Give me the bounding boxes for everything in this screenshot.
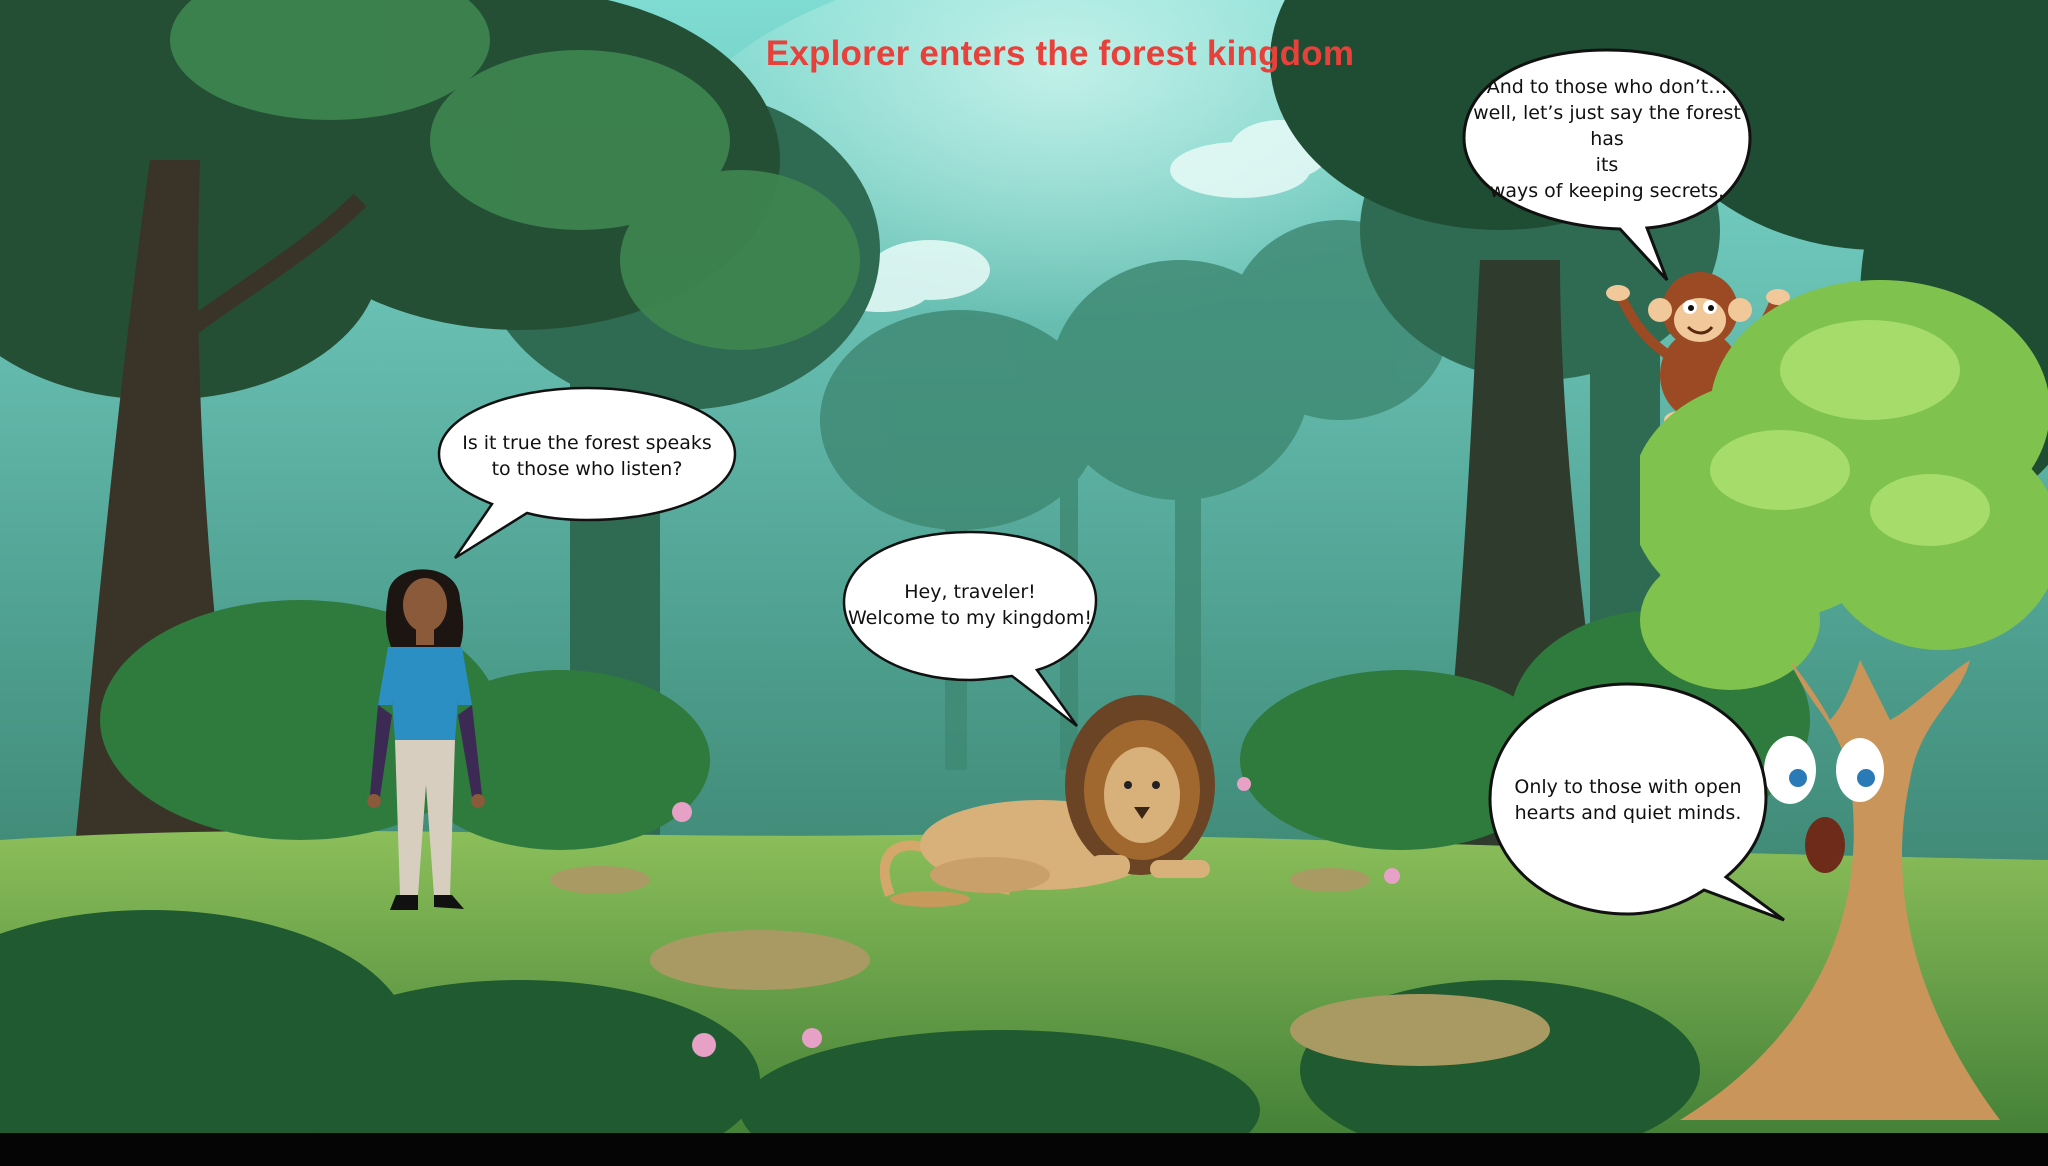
- tree-speech-bubble: Only to those with open hearts and quiet…: [1488, 682, 1785, 922]
- lion-speech-bubble: Hey, traveler! Welcome to my kingdom!: [842, 530, 1098, 727]
- monkey-speech-bubble: And to those who don’t… well, let’s just…: [1462, 48, 1752, 282]
- explorer-dialogue: Is it true the forest speaks to those wh…: [462, 432, 712, 480]
- forest-scene: Explorer enters the forest kingdom Is it…: [0, 0, 2048, 1166]
- monkey-dialogue: And to those who don’t… well, let’s just…: [1473, 76, 1741, 202]
- lion-dialogue: Hey, traveler! Welcome to my kingdom!: [847, 581, 1093, 629]
- scene-title: Explorer enters the forest kingdom: [765, 34, 1355, 73]
- lion-icon: [880, 695, 1215, 907]
- bottom-black-bar: [0, 1133, 2048, 1166]
- explorer-speech-bubble: Is it true the forest speaks to those wh…: [437, 386, 737, 560]
- tree-dialogue: Only to those with open hearts and quiet…: [1514, 776, 1742, 824]
- woman-explorer-icon: [367, 569, 485, 910]
